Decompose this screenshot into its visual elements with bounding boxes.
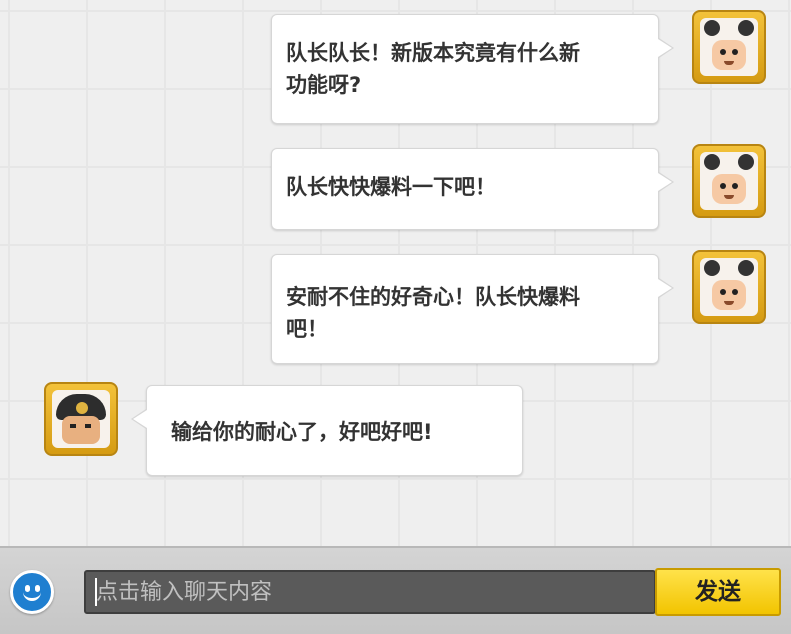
emoji-smile-icon[interactable]	[10, 570, 54, 614]
avatar-face	[700, 258, 758, 316]
send-button[interactable]: 发送	[655, 568, 781, 616]
chat-input-bar: 发送	[0, 546, 791, 634]
chat-bubble: 输给你的耐心了，好吧好吧!	[131, 385, 523, 476]
chat-input[interactable]	[84, 570, 656, 614]
chat-bubble: 队长队长！新版本究竟有什么新 功能呀?	[271, 14, 674, 124]
message-text: 功能呀?	[286, 73, 362, 97]
message-text: 队长队长！新版本究竟有什么新	[286, 41, 580, 65]
chat-bubble: 队长快快爆料一下吧！	[271, 148, 674, 230]
message-text: 安耐不住的好奇心！队长快爆料	[286, 285, 580, 309]
message-text: 输给你的耐心了，好吧好吧!	[171, 420, 433, 444]
chat-bubble: 安耐不住的好奇心！队长快爆料 吧！	[271, 254, 674, 364]
soldier-avatar[interactable]	[44, 382, 118, 456]
message-text: 队长快快爆料一下吧！	[286, 175, 496, 199]
panda-avatar[interactable]	[692, 250, 766, 324]
message-text: 吧！	[286, 317, 328, 341]
text-cursor	[95, 578, 97, 606]
avatar-face	[700, 18, 758, 76]
avatar-face	[52, 390, 110, 448]
avatar-face	[700, 152, 758, 210]
panda-avatar[interactable]	[692, 144, 766, 218]
panda-avatar[interactable]	[692, 10, 766, 84]
